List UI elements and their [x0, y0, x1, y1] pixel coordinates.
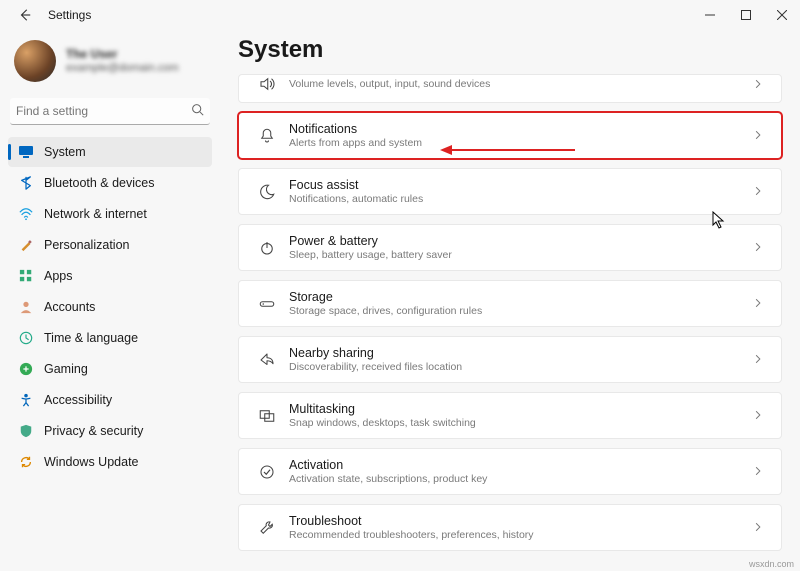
maximize-button[interactable]: [728, 0, 764, 30]
nav-label: Apps: [44, 269, 73, 283]
minimize-icon: [705, 10, 715, 20]
back-button[interactable]: [10, 0, 40, 30]
nav-label: Privacy & security: [44, 424, 143, 438]
maximize-icon: [741, 10, 751, 20]
card-subtitle: Recommended troubleshooters, preferences…: [289, 529, 753, 541]
time-icon: [18, 330, 34, 346]
chevron-right-icon: [753, 464, 769, 479]
chevron-right-icon: [753, 240, 769, 255]
card-title: Power & battery: [289, 234, 753, 248]
avatar: [14, 40, 56, 82]
sidebar-item-apps[interactable]: Apps: [8, 261, 212, 291]
window-title: Settings: [48, 8, 91, 22]
page-title: System: [238, 36, 782, 64]
sidebar-item-time[interactable]: Time & language: [8, 323, 212, 353]
sidebar-item-bluetooth[interactable]: Bluetooth & devices: [8, 168, 212, 198]
storage-icon: [251, 295, 283, 313]
card-nearby-sharing[interactable]: Nearby sharing Discoverability, received…: [238, 336, 782, 383]
share-icon: [251, 351, 283, 369]
card-subtitle: Activation state, subscriptions, product…: [289, 473, 753, 485]
chevron-right-icon: [753, 408, 769, 423]
profile-text: The User example@domain.com: [66, 47, 179, 75]
profile-name: The User: [66, 47, 179, 61]
sidebar-item-system[interactable]: System: [8, 137, 212, 167]
nav-label: Time & language: [44, 331, 138, 345]
nav-label: Personalization: [44, 238, 129, 252]
power-icon: [251, 239, 283, 257]
profile-email: example@domain.com: [66, 62, 179, 75]
card-activation[interactable]: Activation Activation state, subscriptio…: [238, 448, 782, 495]
card-subtitle: Sleep, battery usage, battery saver: [289, 249, 753, 261]
card-multitasking[interactable]: Multitasking Snap windows, desktops, tas…: [238, 392, 782, 439]
personalization-icon: [18, 237, 34, 253]
card-title: Troubleshoot: [289, 514, 753, 528]
card-subtitle: Notifications, automatic rules: [289, 193, 753, 205]
card-sound[interactable]: Sound Volume levels, output, input, soun…: [238, 74, 782, 103]
card-subtitle: Snap windows, desktops, task switching: [289, 417, 753, 429]
sidebar: The User example@domain.com System Bluet…: [0, 30, 220, 571]
card-title: Focus assist: [289, 178, 753, 192]
chevron-right-icon: [753, 128, 769, 143]
search-input[interactable]: [16, 104, 191, 118]
nav-label: Network & internet: [44, 207, 147, 221]
system-icon: [18, 144, 34, 160]
network-icon: [18, 206, 34, 222]
wrench-icon: [251, 519, 283, 537]
sidebar-item-network[interactable]: Network & internet: [8, 199, 212, 229]
minimize-button[interactable]: [692, 0, 728, 30]
nav-label: Accessibility: [44, 393, 112, 407]
card-subtitle: Discoverability, received files location: [289, 361, 753, 373]
card-title: Storage: [289, 290, 753, 304]
update-icon: [18, 454, 34, 470]
apps-icon: [18, 268, 34, 284]
card-title: Multitasking: [289, 402, 753, 416]
chevron-right-icon: [753, 352, 769, 367]
card-subtitle: Alerts from apps and system: [289, 137, 753, 149]
nav-label: Accounts: [44, 300, 95, 314]
search-box[interactable]: [10, 98, 210, 125]
moon-icon: [251, 183, 283, 201]
sidebar-item-accounts[interactable]: Accounts: [8, 292, 212, 322]
chevron-right-icon: [753, 77, 769, 92]
card-subtitle: Volume levels, output, input, sound devi…: [289, 78, 753, 90]
sidebar-item-personalization[interactable]: Personalization: [8, 230, 212, 260]
accounts-icon: [18, 299, 34, 315]
nav-label: Windows Update: [44, 455, 139, 469]
check-icon: [251, 463, 283, 481]
sidebar-item-update[interactable]: Windows Update: [8, 447, 212, 477]
gaming-icon: [18, 361, 34, 377]
card-notifications[interactable]: Notifications Alerts from apps and syste…: [238, 112, 782, 159]
search-icon: [191, 103, 204, 119]
card-storage[interactable]: Storage Storage space, drives, configura…: [238, 280, 782, 327]
sound-icon: [251, 75, 283, 93]
nav-label: System: [44, 145, 86, 159]
chevron-right-icon: [753, 296, 769, 311]
card-title: Nearby sharing: [289, 346, 753, 360]
close-button[interactable]: [764, 0, 800, 30]
card-title: Activation: [289, 458, 753, 472]
chevron-right-icon: [753, 520, 769, 535]
accessibility-icon: [18, 392, 34, 408]
close-icon: [777, 10, 787, 20]
bluetooth-icon: [18, 175, 34, 191]
card-title: Notifications: [289, 122, 753, 136]
card-power[interactable]: Power & battery Sleep, battery usage, ba…: [238, 224, 782, 271]
sidebar-item-privacy[interactable]: Privacy & security: [8, 416, 212, 446]
sidebar-item-gaming[interactable]: Gaming: [8, 354, 212, 384]
chevron-right-icon: [753, 184, 769, 199]
profile-block[interactable]: The User example@domain.com: [8, 34, 212, 92]
card-subtitle: Storage space, drives, configuration rul…: [289, 305, 753, 317]
nav-label: Bluetooth & devices: [44, 176, 155, 190]
shield-icon: [18, 423, 34, 439]
nav-label: Gaming: [44, 362, 88, 376]
sidebar-item-accessibility[interactable]: Accessibility: [8, 385, 212, 415]
arrow-left-icon: [18, 8, 32, 22]
main-content: System Sound Volume levels, output, inpu…: [220, 30, 800, 571]
bell-icon: [251, 127, 283, 145]
card-troubleshoot[interactable]: Troubleshoot Recommended troubleshooters…: [238, 504, 782, 551]
card-focus-assist[interactable]: Focus assist Notifications, automatic ru…: [238, 168, 782, 215]
nav-list: System Bluetooth & devices Network & int…: [8, 137, 212, 477]
multitasking-icon: [251, 407, 283, 425]
